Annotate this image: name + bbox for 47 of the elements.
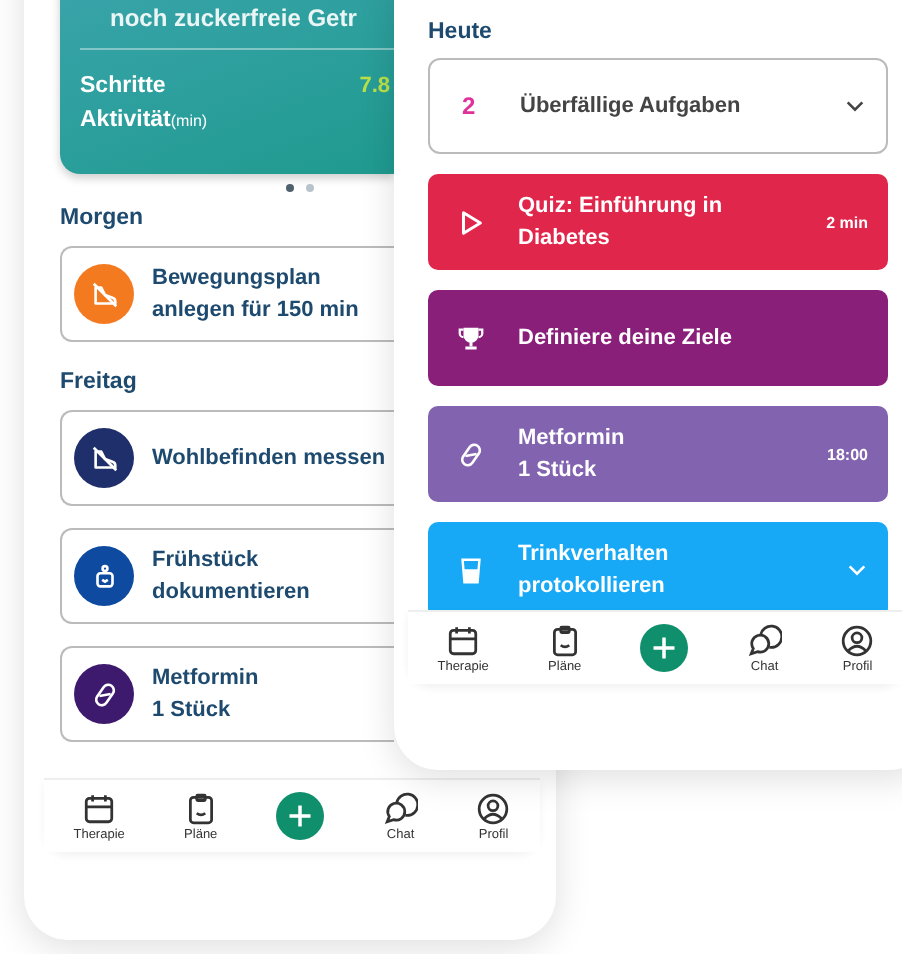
- task-title: Trinkverhalten protokollieren: [518, 540, 671, 602]
- add-button[interactable]: [276, 792, 325, 840]
- metric-value: 7.8: [359, 73, 390, 97]
- task-meta: 18:00: [827, 445, 868, 463]
- overdue-tasks-dropdown[interactable]: 2 Überfällige Aufgaben: [428, 58, 888, 154]
- plus-icon: [650, 634, 679, 662]
- plus-icon: [286, 802, 315, 830]
- profile-icon: [476, 791, 511, 825]
- task-title: Bewegungsplan anlegen für 150 min: [152, 264, 359, 326]
- clipboard-icon: [547, 623, 582, 657]
- task-title: Metformin 1 Stück: [152, 664, 259, 726]
- task-meta: 2 min: [826, 213, 868, 231]
- profile-icon: [840, 623, 875, 657]
- task-card[interactable]: Metformin 1 Stück 18:00: [428, 406, 888, 502]
- task-card[interactable]: Bewegungsplan anlegen für 150 min: [60, 246, 394, 342]
- overdue-label: Überfällige Aufgaben: [520, 94, 743, 118]
- calendar-icon: [82, 791, 117, 825]
- chat-icon: [747, 623, 782, 657]
- task-card[interactable]: Metformin 1 Stück: [60, 646, 394, 742]
- task-title: Frühstück dokumentieren: [152, 546, 310, 608]
- task-title: Metformin 1 Stück: [518, 424, 627, 486]
- section-heading: Morgen: [60, 206, 144, 230]
- play-icon: [456, 207, 486, 237]
- section-heading: Heute: [428, 20, 492, 44]
- task-title: Definiere deine Ziele: [518, 324, 734, 354]
- add-button[interactable]: [640, 624, 689, 672]
- overdue-count: 2: [462, 92, 478, 120]
- task-title: Quiz: Einführung in Diabetes: [518, 192, 725, 254]
- pill-icon: [456, 439, 486, 469]
- chat-icon: [383, 791, 418, 825]
- pill-icon: [89, 679, 119, 709]
- pager-dot[interactable]: [306, 184, 314, 192]
- pager-dot[interactable]: [286, 184, 294, 192]
- task-card[interactable]: Definiere deine Ziele: [428, 290, 888, 386]
- task-card[interactable]: Wohlbefinden messen: [60, 410, 394, 506]
- task-card[interactable]: Quiz: Einführung in Diabetes 2 min: [428, 174, 888, 270]
- metric-label: Aktivität(min): [80, 107, 208, 131]
- task-title: Wohlbefinden messen: [152, 444, 386, 474]
- calendar-icon: [446, 623, 481, 657]
- trophy-icon: [456, 323, 486, 353]
- task-card[interactable]: Frühstück dokumentieren: [60, 528, 394, 624]
- card-headline: noch zuckerfreie Getr: [108, 4, 357, 32]
- clipboard-icon: [183, 791, 218, 825]
- section-heading: Freitag: [60, 370, 137, 394]
- chevron-down-icon: [844, 98, 866, 114]
- glass-icon: [456, 555, 486, 585]
- metric-label: Schritte: [80, 73, 166, 97]
